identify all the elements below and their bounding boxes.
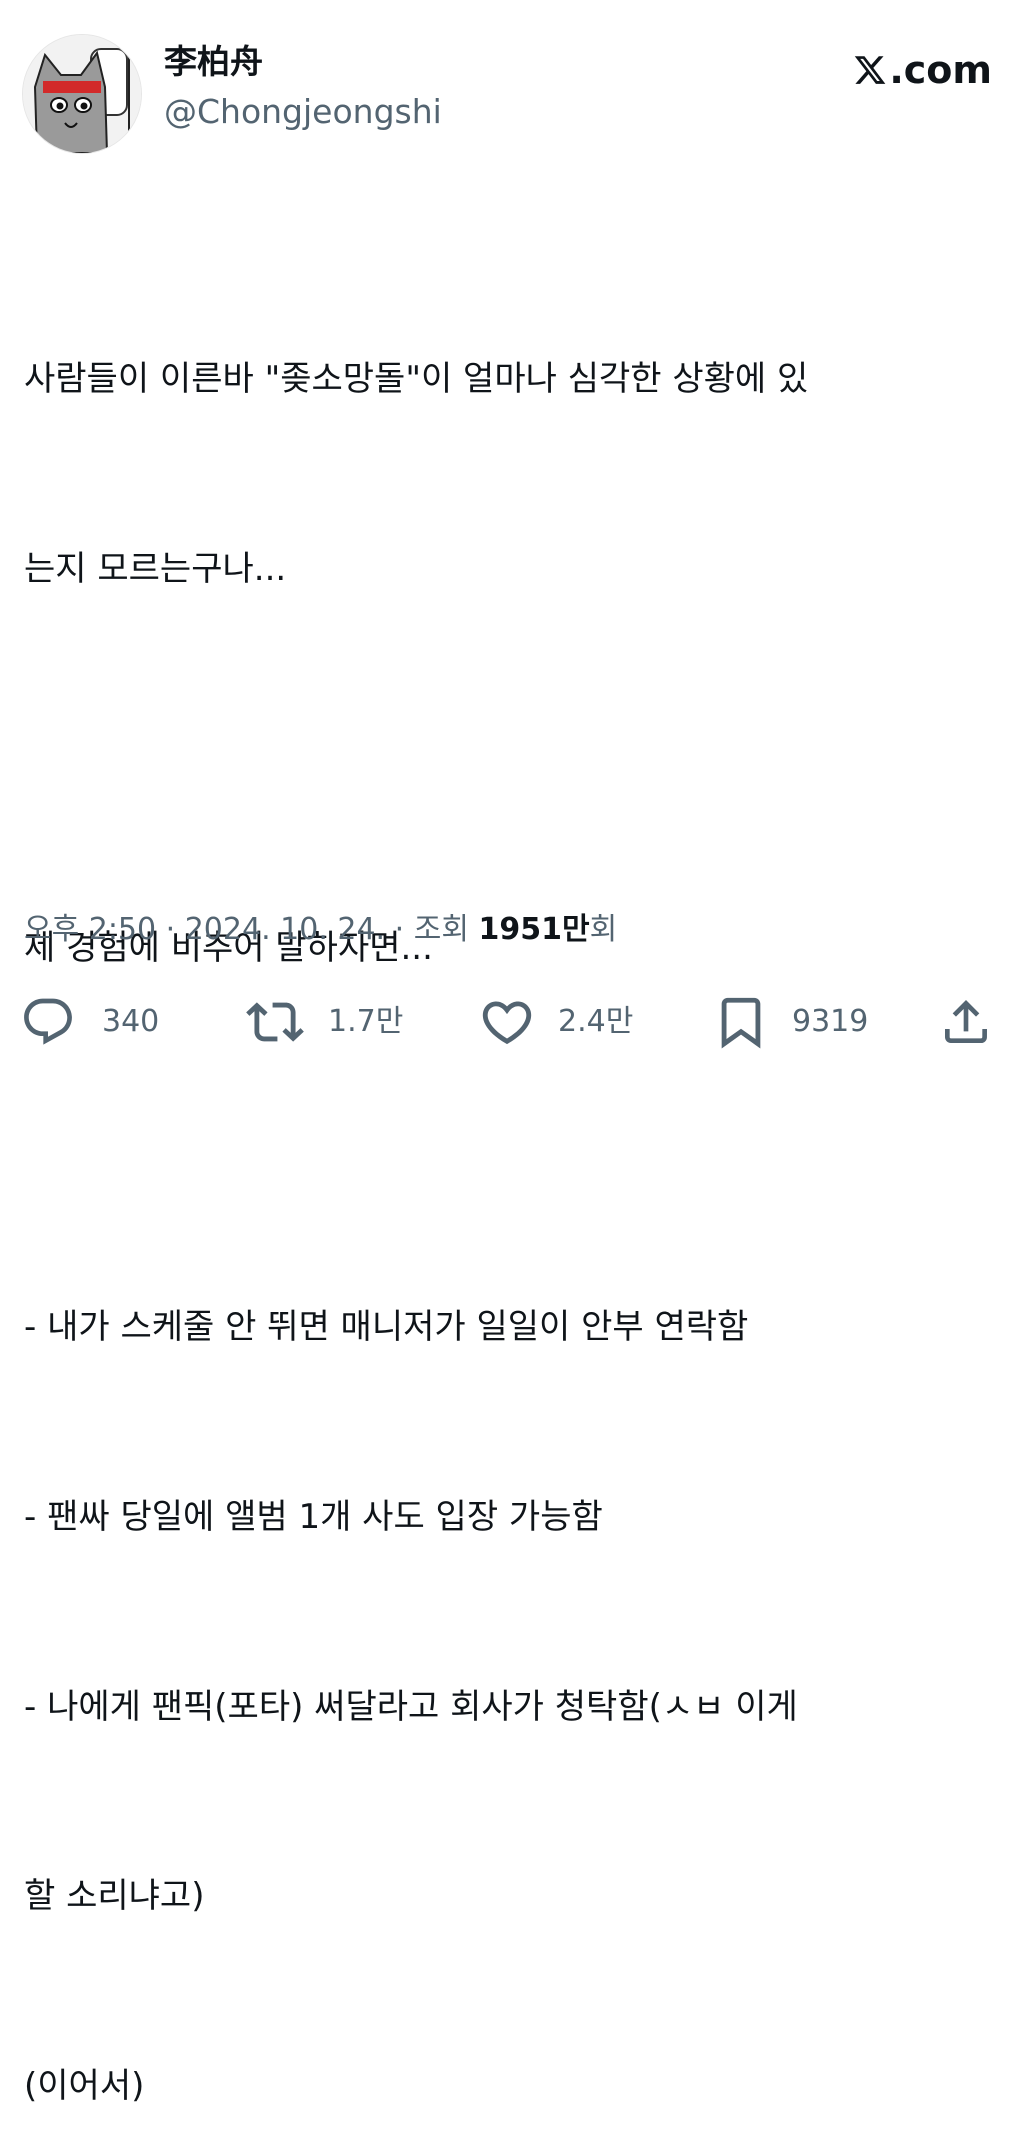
retweet-count: 1.7만: [328, 1004, 404, 1039]
action-bar: 340 1.7만 2.4만 9319: [20, 990, 995, 1054]
reply-icon: [24, 998, 72, 1045]
tweet-date[interactable]: 2024. 10. 24.: [185, 912, 385, 947]
tweet-line: (이어서): [24, 2065, 145, 2106]
share-icon: [945, 1000, 987, 1043]
author-display-name[interactable]: 李柏舟: [164, 42, 442, 82]
tweet-line: 사람들이 이른바 "좆소망돌"이 얼마나 심각한 상황에 있: [24, 359, 809, 400]
retweet-button[interactable]: 1.7만: [246, 990, 403, 1054]
avatar[interactable]: [22, 34, 142, 154]
tweet-line: [24, 1107, 999, 1170]
views-suffix: 회: [589, 912, 618, 947]
bookmark-button[interactable]: 9319: [712, 990, 868, 1054]
reply-count: 340: [102, 1004, 160, 1039]
tweet-line: 할 소리냐고): [24, 1876, 205, 1917]
tweet-line: - 나에게 팬픽(포타) 써달라고 회사가 청탁함(ㅅㅂ 이게: [24, 1686, 798, 1727]
tweet-line: 는지 모르는구나...: [24, 549, 287, 589]
like-count: 2.4만: [558, 1004, 634, 1039]
tweet-header: 李柏舟 @Chongjeongshi .com: [22, 30, 992, 160]
meta-separator: ·: [385, 912, 414, 947]
heart-icon: [482, 1001, 532, 1045]
site-domain: .com: [889, 48, 992, 92]
reply-button[interactable]: 340: [20, 990, 159, 1054]
tweet-text: 사람들이 이른바 "좆소망돌"이 얼마나 심각한 상황에 있 는지 모르는구나.…: [24, 222, 999, 2134]
tweet-line: [24, 728, 999, 791]
tweet-line: - 내가 스케줄 안 뛰면 매니저가 일일이 안부 연락함: [24, 1307, 749, 1348]
avatar-cat-illustration: [23, 35, 141, 153]
bookmark-icon: [721, 997, 761, 1049]
retweet-icon: [246, 1002, 304, 1042]
tweet-line: - 팬싸 당일에 앨범 1개 사도 입장 가능함: [24, 1496, 603, 1537]
tweet-meta: 오후 2:50 · 2024. 10. 24. · 조회 1951만회: [24, 908, 617, 952]
site-logo: .com: [853, 48, 992, 92]
views-count: 1951만: [478, 912, 590, 947]
author-handle[interactable]: @Chongjeongshi: [164, 92, 442, 132]
bookmark-count: 9319: [792, 1004, 869, 1039]
like-button[interactable]: 2.4만: [478, 990, 633, 1054]
share-button[interactable]: [938, 990, 994, 1054]
x-logo-icon: [855, 56, 886, 84]
tweet-time[interactable]: 오후 2:50: [24, 912, 156, 947]
views-label: 조회: [413, 912, 469, 947]
meta-separator: ·: [156, 912, 185, 947]
